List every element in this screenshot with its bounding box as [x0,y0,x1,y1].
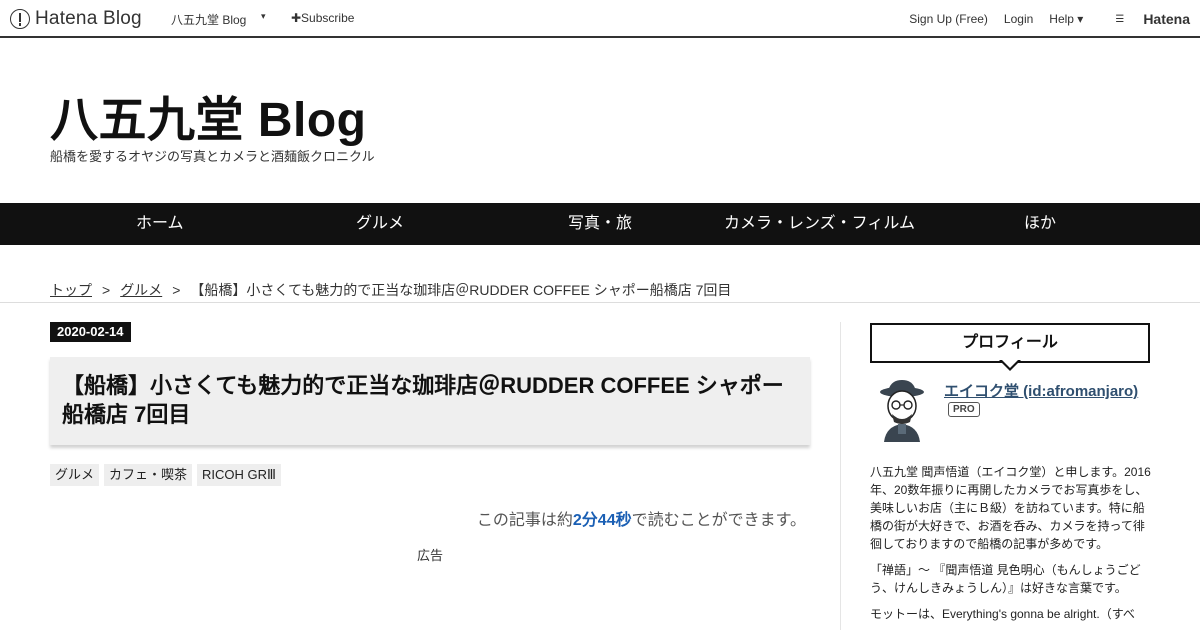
profile-name-link[interactable]: エイコク堂 (id:afromanjaro) [944,380,1138,401]
reading-time-value: 2分44秒 [572,512,632,529]
blog-description: 船橋を愛するオヤジの写真とカメラと酒麺飯クロニクル [50,149,375,164]
signup-link[interactable]: Sign Up (Free) [909,12,988,26]
hatena-mark-icon: ☰ [1115,13,1125,25]
reading-time: この記事は約2分44秒で読むことができます。 [477,506,806,530]
category-tag[interactable]: カフェ・喫茶 [104,464,193,486]
profile-heading-pointer-inner [1002,360,1018,368]
hatena-logo-icon [10,9,30,29]
profile-bio-paragraph: 八五九堂 聞声悟道（エイコク堂）と申します。2016年、20数年振りに再開したカ… [870,465,1151,551]
reading-time-prefix: この記事は約 [476,512,573,529]
breadcrumb-top-link[interactable]: トップ [50,282,92,298]
reading-time-suffix: で読むことができます。 [631,512,806,529]
category-tag[interactable]: グルメ [50,464,100,486]
hatena-topbar: Hatena Blog 八五九堂 Blog ▾ ✚Subscribe Sign … [0,0,1200,38]
help-menu[interactable]: Help ▾ [1049,12,1083,26]
login-link[interactable]: Login [1004,12,1033,26]
profile-heading: プロフィール [870,323,1150,363]
nav-item-gourmet[interactable]: グルメ [356,203,404,245]
category-tag[interactable]: RICOH GRⅢ [197,464,281,486]
nav-item-other[interactable]: ほか [1024,203,1056,245]
profile-bio-paragraph: モットーは、Everything's gonna be alright.（すべ [870,607,1135,621]
column-divider [840,322,841,630]
nav-item-photo-travel[interactable]: 写真・旅 [568,203,632,245]
ad-label: 広告 [417,548,444,563]
entry-date[interactable]: 2020-02-14 [50,322,131,342]
breadcrumb-current: 【船橋】小さくても魅力的で正当な珈琲店＠RUDDER COFFEE シャポー船橋… [190,282,732,298]
hatena-blog-logo[interactable]: Hatena Blog [10,7,142,31]
breadcrumb-divider [0,302,1200,303]
entry-title[interactable]: 【船橋】小さくても魅力的で正当な珈琲店＠RUDDER COFFEE シャポー船橋… [50,357,810,445]
pro-badge: PRO [948,402,980,417]
entry-categories: グルメ カフェ・喫茶 RICOH GRⅢ [50,464,286,486]
breadcrumb-separator: > [172,282,181,298]
hatena-logo-link[interactable]: ☰ Hatena [1099,11,1190,27]
hatena-blog-brand: Hatena Blog [35,8,142,29]
profile-bio: 八五九堂 聞声悟道（エイコク堂）と申します。2016年、20数年振りに再開したカ… [870,463,1152,630]
avatar[interactable] [870,378,934,442]
nav-item-home[interactable]: ホーム [136,203,184,245]
breadcrumb-separator: > [102,282,111,298]
breadcrumb: トップ > グルメ > 【船橋】小さくても魅力的で正当な珈琲店＠RUDDER COFFE… [50,280,731,300]
chevron-down-icon[interactable]: ▾ [261,11,266,22]
profile-bio-paragraph: 「禅語」～ 『聞声悟道 見色明心（もんしょうごどう、けんしきみょうしん）』は好き… [870,563,1141,595]
subscribe-button[interactable]: ✚Subscribe [291,11,354,25]
blog-title[interactable]: 八五九堂 Blog [50,80,366,150]
blog-name-link[interactable]: 八五九堂 Blog [171,11,246,28]
breadcrumb-category-link[interactable]: グルメ [120,282,162,298]
nav-item-camera[interactable]: カメラ・レンズ・フィルム [724,203,915,245]
topbar-right: Sign Up (Free) Login Help ▾ ☰ Hatena [893,11,1190,27]
hatena-logo-text: Hatena [1143,11,1190,27]
global-nav: ホーム グルメ 写真・旅 カメラ・レンズ・フィルム ほか [0,203,1200,245]
